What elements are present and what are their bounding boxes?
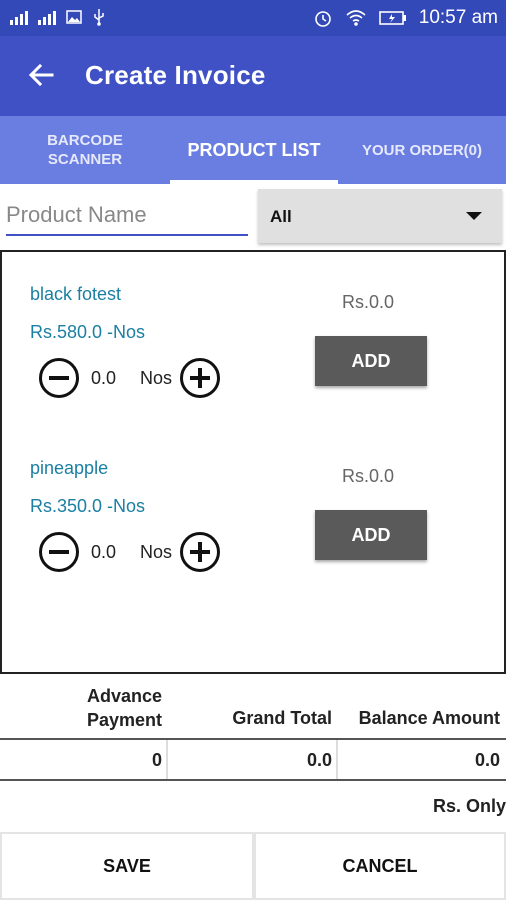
product-item: black fotest Rs.580.0 -Nos Rs.0.0 0.0 No… [2, 252, 504, 402]
advance-payment-label-text: Advance Payment [86, 686, 162, 730]
dropdown-caret-icon [466, 212, 482, 220]
divider [166, 740, 168, 780]
product-line-total: Rs.0.0 [342, 292, 395, 312]
increase-qty-plus-icon[interactable] [180, 532, 220, 572]
advance-payment-value: 0 [151, 750, 162, 770]
battery-icon [378, 11, 406, 25]
divider [0, 779, 506, 781]
status-bar: 10:57 am [0, 0, 506, 36]
save-button[interactable]: SAVE [0, 832, 254, 900]
product-line-total: Rs.0.0 [342, 466, 395, 486]
balance-amount-label: Balance Amount [358, 708, 500, 728]
wifi-icon [346, 10, 366, 26]
product-name: pineapple [30, 458, 109, 478]
add-button[interactable]: ADD [315, 336, 427, 386]
tab-product-list[interactable]: PRODUCT LIST [170, 116, 338, 184]
tab-bar: BARCODE SCANNER PRODUCT LIST YOUR ORDER(… [0, 116, 506, 184]
totals-values: 0 0.0 0.0 [0, 740, 506, 780]
cancel-button[interactable]: CANCEL [254, 832, 506, 900]
tab-your-order[interactable]: YOUR ORDER(0) [338, 116, 506, 184]
product-price: Rs.580.0 -Nos [30, 322, 146, 342]
category-selected-value: All [270, 207, 292, 226]
app-bar: Create Invoice [0, 36, 506, 116]
usb-icon [94, 9, 104, 26]
page-title: Create Invoice [85, 60, 266, 90]
status-left-icons [10, 8, 106, 26]
grand-total-label: Grand Total [232, 708, 332, 728]
add-button[interactable]: ADD [315, 510, 427, 560]
product-qty: 0.0 [91, 542, 117, 562]
product-name: black fotest [30, 284, 122, 304]
divider [336, 740, 338, 780]
back-arrow-icon[interactable] [26, 60, 56, 90]
balance-amount-value: 0.0 [474, 750, 500, 770]
alarm-icon [314, 11, 331, 27]
signal-icon [38, 9, 56, 25]
decrease-qty-minus-icon[interactable] [39, 358, 79, 398]
grand-total-value: 0.0 [306, 750, 332, 770]
decrease-qty-minus-icon[interactable] [39, 532, 79, 572]
amount-in-words: Rs. Only [432, 796, 506, 816]
totals-header: Advance Payment Grand Total Balance Amou… [0, 674, 506, 738]
product-item: pineapple Rs.350.0 -Nos Rs.0.0 0.0 Nos A… [2, 426, 504, 576]
product-qty: 0.0 [91, 368, 117, 388]
tab-barcode-scanner[interactable]: BARCODE SCANNER [0, 116, 170, 184]
product-unit: Nos [140, 368, 173, 388]
tab-label: YOUR ORDER(0) [361, 141, 482, 159]
increase-qty-plus-icon[interactable] [180, 358, 220, 398]
category-dropdown[interactable]: All [258, 189, 502, 243]
active-tab-indicator [170, 180, 338, 184]
advance-payment-label: Advance Payment [0, 684, 162, 732]
product-unit: Nos [140, 542, 173, 562]
status-right-icons: 10:57 am [313, 7, 498, 29]
status-time: 10:57 am [418, 7, 498, 28]
product-list-panel: black fotest Rs.580.0 -Nos Rs.0.0 0.0 No… [0, 250, 506, 674]
product-price: Rs.350.0 -Nos [30, 496, 146, 516]
image-icon [66, 10, 82, 24]
tab-label: BARCODE SCANNER [47, 132, 123, 168]
tab-label: PRODUCT LIST [187, 139, 321, 160]
signal-icon [10, 9, 28, 25]
product-name-search-input[interactable] [6, 196, 248, 236]
